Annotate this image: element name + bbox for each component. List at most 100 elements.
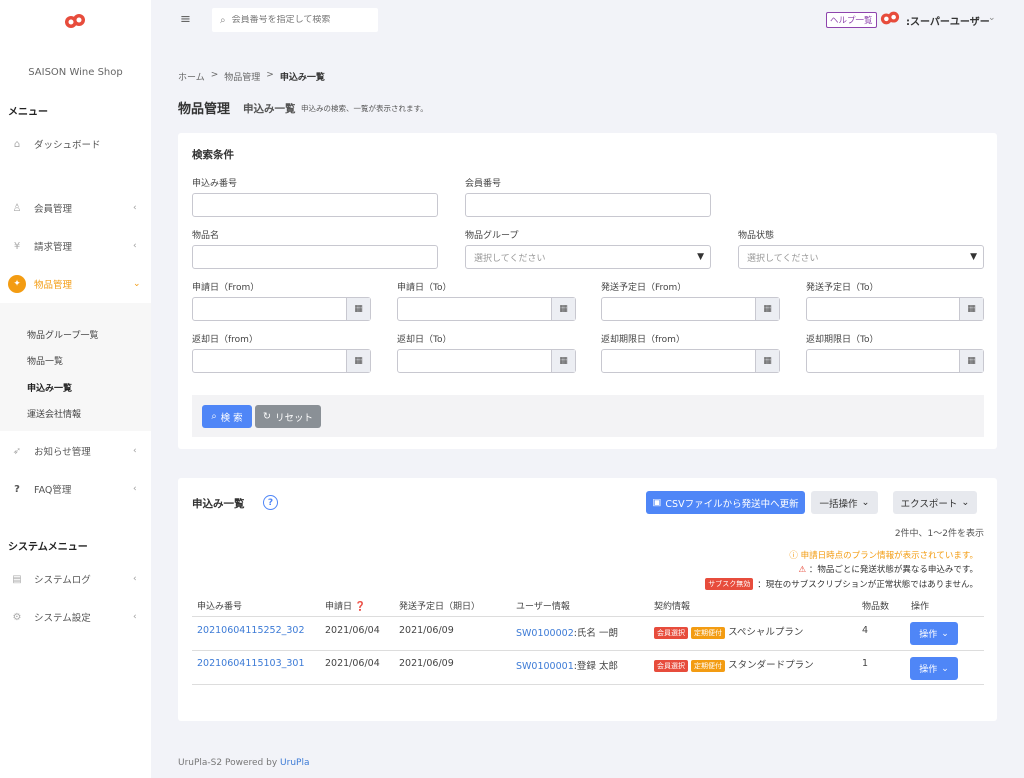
nav-label: 会員管理 [34, 204, 73, 215]
col-actions: 操作 [911, 602, 930, 612]
item-group-select[interactable]: 選択してください ▼ [465, 245, 711, 269]
sub-item-goods-group[interactable]: 物品グループ一覧 [27, 328, 98, 341]
deadline-to-date[interactable]: ▦ [806, 349, 984, 373]
apply-date: 2021/06/04 [325, 625, 380, 636]
warning-icon: ⚠ [798, 565, 807, 575]
calendar-icon[interactable]: ▦ [551, 350, 575, 372]
ship-to-date[interactable]: ▦ [806, 297, 984, 321]
chevron-left-icon: ‹ [133, 241, 137, 251]
nav-goods[interactable]: ✦ 物品管理 ⌄ [0, 272, 151, 296]
file-icon: ▤ [12, 573, 22, 585]
subscription-invalid-badge: サブスク無効 [705, 578, 754, 590]
calendar-icon[interactable]: ▦ [755, 350, 779, 372]
calendar-icon[interactable]: ▦ [755, 298, 779, 320]
search-icon: ⌕ [211, 411, 217, 422]
ship-from-date[interactable]: ▦ [601, 297, 780, 321]
status-note-text: ：物品ごとに発送状態が異なる申込みです。 [808, 565, 978, 575]
user-avatar[interactable] [880, 9, 900, 27]
order-no-input[interactable] [192, 193, 438, 217]
hamburger-menu-icon[interactable]: ≡ [180, 12, 191, 27]
nav-billing[interactable]: ¥ 請求管理 ‹ [0, 234, 151, 258]
item-status-placeholder: 選択してください [747, 253, 819, 264]
csv-update-button[interactable]: ▣ CSVファイルから発送中へ更新 [646, 491, 805, 514]
user-name[interactable]: :スーパーユーザー [906, 13, 990, 28]
reset-button[interactable]: ↻ リセット [255, 405, 321, 428]
goods-icon: ✦ [8, 275, 26, 293]
breadcrumb: ホーム > 物品管理 > 申込み一覧 [178, 70, 325, 83]
goods-submenu: 物品グループ一覧 物品一覧 申込み一覧 運送会社情報 [0, 303, 151, 431]
plan-note: ⓘ 申請日時点のプラン情報が表示されています。 [789, 549, 978, 561]
user-icon: ♙ [12, 202, 22, 214]
ship-from-label: 発送予定日（From） [601, 283, 687, 293]
user-info: SW0100001:登録 太郎 [516, 658, 618, 672]
breadcrumb-goods[interactable]: 物品管理 [224, 70, 260, 83]
chevron-down-icon: ⌄ [941, 628, 949, 639]
col-item-count: 物品数 [862, 602, 890, 612]
nav-label: システム設定 [34, 613, 91, 624]
return-to-date[interactable]: ▦ [397, 349, 576, 373]
nav-members[interactable]: ♙ 会員管理 ‹ [0, 196, 151, 220]
calendar-icon[interactable]: ▦ [959, 298, 983, 320]
plan-name: スペシャルプラン [728, 627, 804, 638]
order-no-link[interactable]: 20210604115103_301 [197, 658, 305, 669]
nav-faq[interactable]: ? FAQ管理 ‹ [0, 477, 151, 501]
subscription-badge: 定期便付 [691, 660, 726, 672]
nav-system-settings[interactable]: ⚙ システム設定 ‹ [0, 605, 151, 629]
deadline-from-date[interactable]: ▦ [601, 349, 780, 373]
search-button[interactable]: ⌕ 検 索 [202, 405, 252, 428]
home-icon: ⌂ [13, 138, 21, 150]
member-search-input[interactable] [231, 15, 362, 25]
row-divider [192, 684, 984, 685]
chevron-down-icon[interactable]: ⌄ [988, 13, 996, 23]
sub-item-orders[interactable]: 申込み一覧 [27, 381, 72, 394]
ship-date: 2021/06/09 [399, 658, 454, 669]
plan-note-text: 申請日時点のプラン情報が表示されています。 [800, 551, 978, 561]
plan-name: スタンダードプラン [728, 660, 814, 671]
calendar-icon[interactable]: ▦ [959, 350, 983, 372]
brand-logo[interactable] [64, 12, 86, 30]
item-count: 1 [862, 658, 869, 669]
return-from-date[interactable]: ▦ [192, 349, 371, 373]
calendar-icon[interactable]: ▦ [346, 298, 370, 320]
bulk-action-button[interactable]: 一括操作 ⌄ [811, 491, 878, 514]
send-icon: ➶ [12, 445, 22, 457]
yen-icon: ¥ [13, 240, 21, 252]
refresh-icon: ↻ [263, 411, 271, 422]
help-circle-icon[interactable]: ❓ [355, 602, 366, 612]
user-id-link[interactable]: SW0100001 [516, 661, 574, 672]
export-button[interactable]: エクスポート ⌄ [893, 491, 977, 514]
nav-system-log[interactable]: ▤ システムログ ‹ [0, 567, 151, 591]
apply-from-date[interactable]: ▦ [192, 297, 371, 321]
item-name-input[interactable] [192, 245, 438, 269]
nav-label: FAQ管理 [34, 485, 72, 496]
member-search[interactable]: ⌕ [212, 8, 378, 32]
system-menu-heading: システムメニュー [8, 542, 88, 553]
subscription-note: サブスク無効 ：現在のサブスクリプションが正常状態ではありません。 [705, 578, 978, 590]
help-icon[interactable]: ? [263, 495, 278, 510]
search-card-title: 検索条件 [192, 149, 234, 161]
user-id-link[interactable]: SW0100002 [516, 628, 574, 639]
member-no-input[interactable] [465, 193, 711, 217]
breadcrumb-separator: > [210, 70, 219, 80]
breadcrumb-home[interactable]: ホーム [178, 70, 205, 83]
footer-link[interactable]: UruPla [280, 758, 309, 768]
item-group-placeholder: 選択してください [474, 253, 546, 264]
deadline-to-label: 返却期限日（To） [806, 335, 879, 345]
return-to-label: 返却日（To） [397, 335, 452, 345]
order-no-link[interactable]: 20210604115252_302 [197, 625, 305, 636]
item-status-select[interactable]: 選択してください ▼ [738, 245, 984, 269]
sub-item-goods-list[interactable]: 物品一覧 [27, 354, 63, 367]
nav-news[interactable]: ➶ お知らせ管理 ‹ [0, 439, 151, 463]
row-action-button[interactable]: 操作 ⌄ [910, 622, 958, 645]
sub-item-carrier[interactable]: 運送会社情報 [27, 407, 81, 420]
help-list-button[interactable]: ヘルプ一覧 [826, 12, 877, 28]
row-action-button[interactable]: 操作 ⌄ [910, 657, 958, 680]
nav-dashboard[interactable]: ⌂ ダッシュボード [0, 132, 151, 156]
calendar-icon[interactable]: ▦ [346, 350, 370, 372]
chevron-left-icon: ‹ [133, 203, 137, 213]
caret-down-icon: ▼ [970, 252, 977, 262]
page-title: 物品管理 [178, 102, 231, 117]
search-button-label: 検 索 [220, 412, 243, 424]
apply-to-date[interactable]: ▦ [397, 297, 576, 321]
calendar-icon[interactable]: ▦ [551, 298, 575, 320]
